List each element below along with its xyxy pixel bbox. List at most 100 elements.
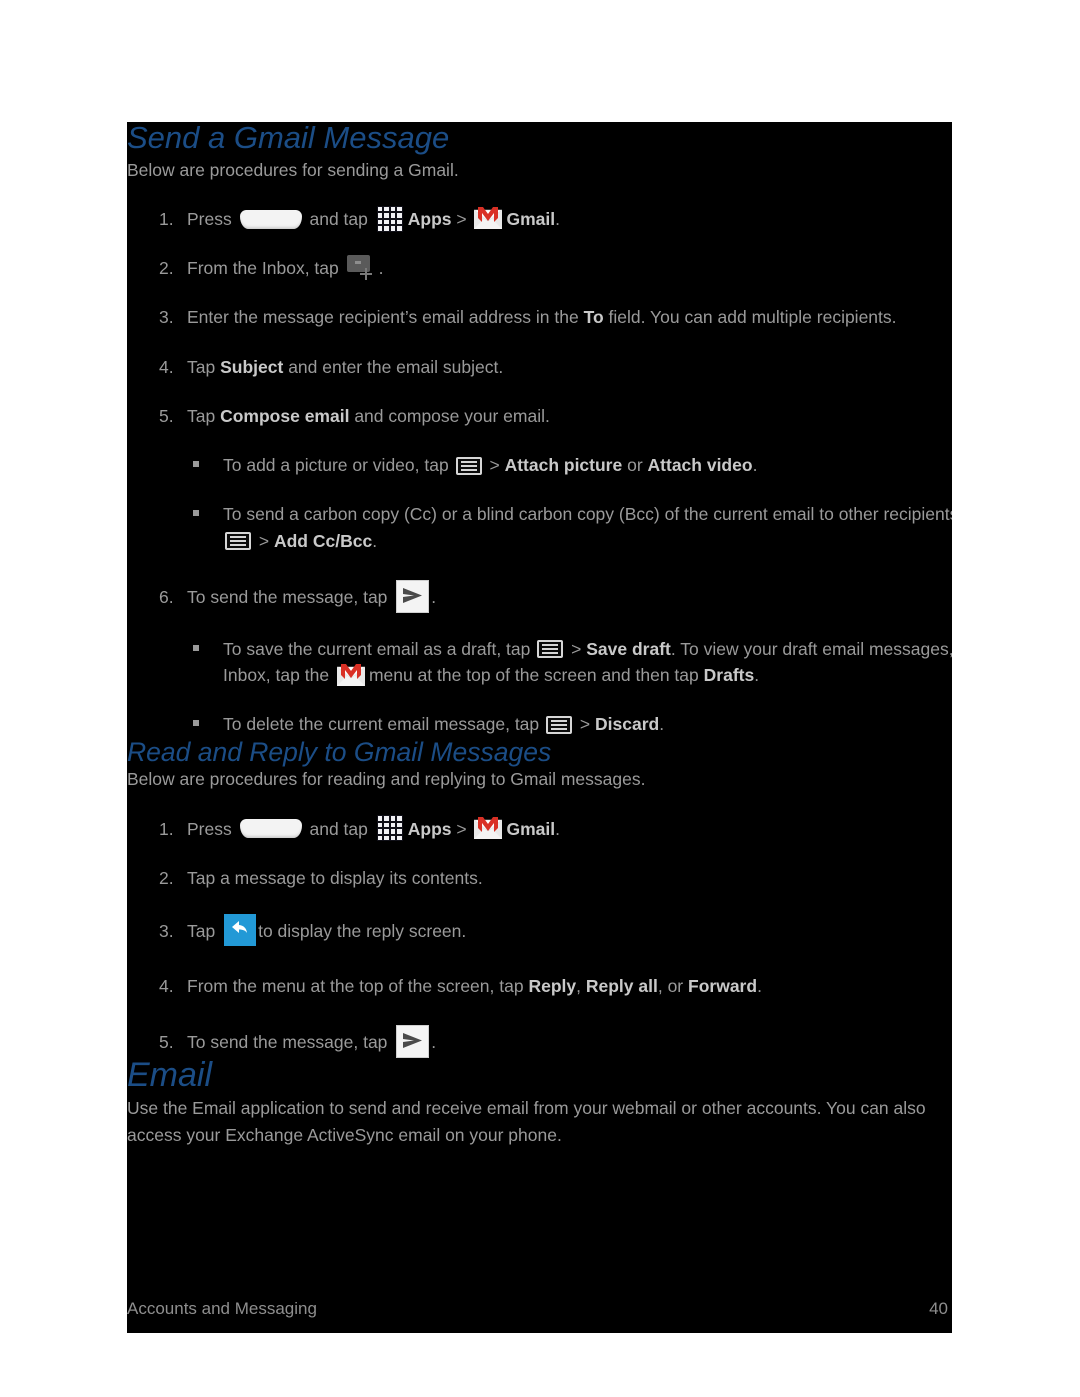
bullet-square-icon <box>193 510 199 517</box>
bullet-square-icon <box>193 644 199 651</box>
step-text-a: To send the message, tap <box>187 587 388 608</box>
menu-icon <box>546 715 573 734</box>
add-cc-bcc-label: Add Cc/Bcc <box>273 530 373 551</box>
menu-icon <box>537 640 564 659</box>
step-6: 6. To send the message, tap . <box>127 579 952 613</box>
send-gmail-intro: Below are procedures for sending a Gmail… <box>127 159 459 180</box>
step-5: 5. To send the message, tap . <box>127 1024 952 1058</box>
step-number: 2. <box>159 867 174 888</box>
step-text-a: Press <box>187 208 232 229</box>
footer-page-number: 40 <box>929 1299 948 1318</box>
step-text-b: and tap <box>309 818 368 839</box>
send-icon <box>396 579 430 613</box>
step-number: 3. <box>159 307 174 328</box>
step-period: . <box>555 818 560 839</box>
chevron-separator: > <box>489 455 500 476</box>
step-5: 5. Tap Compose email and compose your em… <box>127 403 952 429</box>
footer-chapter-label: Accounts and Messaging <box>127 1299 317 1318</box>
send-gmail-steps: 1. Press and tap Apps > Gmail. 2. From t… <box>127 205 952 429</box>
document-page: Send a Gmail Message Below are procedure… <box>127 122 952 1333</box>
apps-grid-icon <box>376 205 403 232</box>
apps-grid-icon <box>376 815 403 842</box>
step-text-a: From the menu at the top of the screen, … <box>187 976 524 997</box>
step-4: 4. From the menu at the top of the scree… <box>127 973 952 999</box>
step-3: 3. Enter the message recipient’s email a… <box>127 304 952 330</box>
gmail-label: Gmail <box>506 818 556 839</box>
step-number: 5. <box>159 1031 174 1052</box>
compose-new-icon <box>346 255 377 281</box>
step-text-a: Tap <box>187 405 216 426</box>
step-number: 2. <box>159 258 174 279</box>
email-section-body: Use the Email application to send and re… <box>127 1098 926 1145</box>
bullet-square-icon <box>193 461 199 468</box>
step-text-a: From the Inbox, tap <box>187 258 339 279</box>
chevron-separator: > <box>579 714 591 735</box>
step-text-b: field. You can add multiple recipients. <box>608 307 897 328</box>
chevron-separator: > <box>571 638 582 659</box>
menu-icon <box>455 456 482 475</box>
send-gmail-bullets-1: To add a picture or video, tap > Attach … <box>127 452 952 554</box>
read-reply-title: Read and Reply to Gmail Messages <box>127 736 552 767</box>
attach-video-label: Attach video <box>647 455 753 476</box>
page-content: Send a Gmail Message Below are procedure… <box>127 122 952 1148</box>
bullet-attach: To add a picture or video, tap > Attach … <box>127 452 952 478</box>
step-text-b: and tap <box>309 208 368 229</box>
attach-picture-label: Attach picture <box>504 455 623 476</box>
step-number: 3. <box>159 921 174 942</box>
bullet-text-a: To send a carbon copy (Cc) or a blind ca… <box>223 504 952 525</box>
step-2: 2. Tap a message to display its contents… <box>127 865 952 891</box>
bullet-text-a: To save the current email as a draft, ta… <box>223 638 531 659</box>
chevron-separator: > <box>456 208 467 229</box>
bullet-discard: To delete the current email message, tap… <box>127 711 952 737</box>
step-1: 1. Press and tap Apps > Gmail. <box>127 205 952 232</box>
page-title: Send a Gmail Message <box>127 122 450 155</box>
bullet-cc-bcc: To send a carbon copy (Cc) or a blind ca… <box>127 501 952 554</box>
step-period: . <box>378 258 384 279</box>
bullet-save-draft: To save the current email as a draft, ta… <box>127 636 952 689</box>
step-number: 5. <box>159 405 174 426</box>
chevron-separator: > <box>258 530 270 551</box>
compose-email-label: Compose email <box>220 405 350 426</box>
bullet-period: . <box>752 455 758 476</box>
step-text-a: Press <box>187 818 232 839</box>
comma: , <box>576 976 581 997</box>
bullet-text-a: To add a picture or video, tap <box>223 455 449 476</box>
step-number: 4. <box>159 976 174 997</box>
step-4: 4. Tap Subject and enter the email subje… <box>127 354 952 380</box>
gmail-envelope-icon <box>474 207 503 230</box>
step-2: 2. From the Inbox, tap . <box>127 255 952 281</box>
send-gmail-steps-cont: 6. To send the message, tap . <box>127 579 952 613</box>
step-number: 1. <box>159 818 174 839</box>
step-period: . <box>431 587 437 608</box>
drafts-label: Drafts <box>703 665 755 686</box>
bullet-text-c: menu at the top of the screen and then t… <box>368 665 699 686</box>
home-key-icon <box>239 209 302 229</box>
step-text-a: Enter the message recipient’s email addr… <box>187 307 579 328</box>
gmail-envelope-icon <box>474 816 503 839</box>
save-draft-label: Save draft <box>586 638 671 659</box>
step-text-a: Tap <box>187 921 216 942</box>
step-text-b: to display the reply screen. <box>258 921 467 942</box>
reply-icon <box>224 914 257 947</box>
forward-label: Forward <box>688 976 758 997</box>
step-number: 6. <box>159 586 174 607</box>
step-period: . <box>555 208 560 229</box>
step-3: 3. Tap to display the reply screen. <box>127 914 952 947</box>
step-text-a: Tap a message to display its contents. <box>187 867 483 888</box>
page-footer: Accounts and Messaging 40 <box>127 1299 952 1319</box>
step-period: . <box>757 976 762 997</box>
step-text-b: and compose your email. <box>354 405 550 426</box>
step-text-b: and enter the email subject. <box>288 356 504 377</box>
read-reply-intro: Below are procedures for reading and rep… <box>127 769 646 790</box>
to-field-label: To <box>583 307 604 328</box>
menu-icon <box>225 532 251 551</box>
gmail-envelope-icon <box>336 663 365 686</box>
step-number: 4. <box>159 356 174 377</box>
bullet-square-icon <box>193 720 199 727</box>
discard-label: Discard <box>595 714 660 735</box>
home-key-icon <box>239 819 302 839</box>
step-1: 1. Press and tap Apps > Gmail. <box>127 815 952 842</box>
apps-label: Apps <box>407 818 452 839</box>
apps-label: Apps <box>407 208 452 229</box>
bullet-period: . <box>659 714 665 735</box>
